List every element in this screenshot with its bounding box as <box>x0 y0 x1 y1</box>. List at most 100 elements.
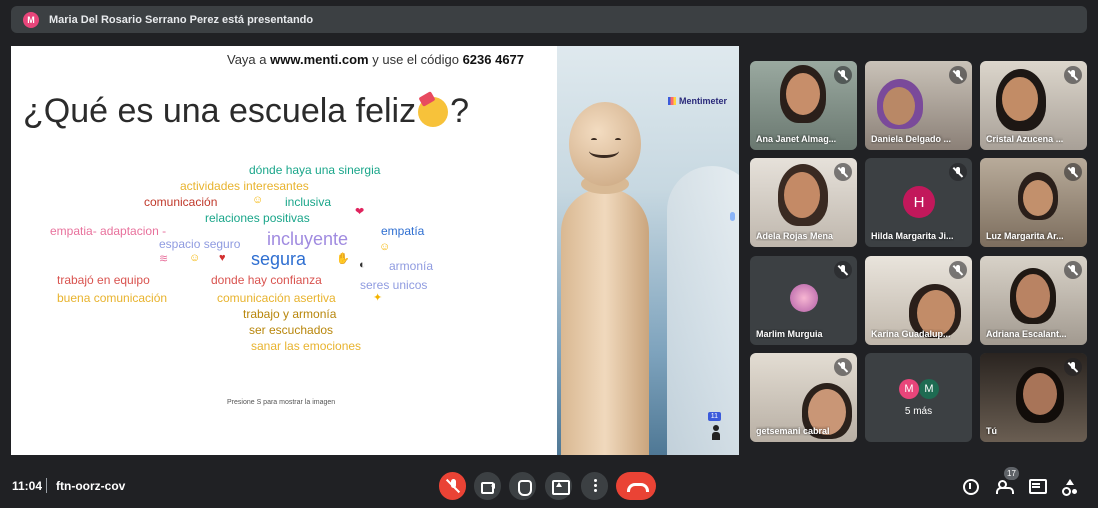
party-face-icon <box>418 96 449 127</box>
self-view-tile[interactable]: Tú <box>980 353 1087 442</box>
leave-call-button[interactable] <box>616 472 656 500</box>
participant-name: Ana Janet Almag... <box>756 134 837 144</box>
participant-name: Cristal Azucena ... <box>986 134 1064 144</box>
wordcloud-word: comunicación <box>144 195 218 209</box>
wordcloud-word: dónde haya una sinergia <box>249 163 381 177</box>
mic-off-indicator <box>949 66 967 84</box>
participant-name: Luz Margarita Ar... <box>986 231 1064 241</box>
slide-content: Vaya a www.menti.com y use el código 623… <box>11 46 557 455</box>
heart-icon: ❤ <box>355 206 365 218</box>
info-icon <box>963 479 979 495</box>
smiley-icon: ☺ <box>379 241 391 253</box>
wordcloud-word: empatía <box>381 224 425 238</box>
more-participants-label: 5 más <box>904 406 933 417</box>
smiley-icon: ☺ <box>189 252 201 264</box>
mic-off-indicator <box>834 66 852 84</box>
mic-off-icon <box>1068 167 1078 177</box>
camera-icon <box>480 479 495 494</box>
people-icon <box>996 479 1014 494</box>
chat-button[interactable] <box>1026 476 1047 496</box>
participant-tile[interactable]: Daniela Delgado ... <box>865 61 972 150</box>
wordcloud-word: trabajo y armonía <box>243 307 337 321</box>
participant-avatar-image <box>790 284 818 312</box>
mentimeter-logo-text: Mentimeter <box>678 96 727 106</box>
camera-toggle-button[interactable] <box>474 472 501 500</box>
mic-off-indicator <box>834 261 852 279</box>
more-options-button[interactable] <box>581 472 608 500</box>
participant-tile[interactable]: Ana Janet Almag... <box>750 61 857 150</box>
wordcloud-word: trabajó en equipo <box>57 273 150 287</box>
mic-off-icon <box>953 70 963 80</box>
presenter-banner-text: Maria Del Rosario Serrano Perez está pre… <box>49 13 314 26</box>
sparkles-icon: ✦ <box>373 292 383 304</box>
mic-off-icon <box>1068 265 1078 275</box>
figure-smile <box>589 144 619 158</box>
meeting-time: 11:04 <box>12 479 43 493</box>
mic-off-indicator <box>949 163 967 181</box>
microphone-toggle-button[interactable] <box>439 472 466 500</box>
slide-title-text: ¿Qué es una escuela feliz <box>23 92 417 130</box>
participant-count-badge: 17 <box>1004 467 1019 480</box>
participant-name: Adriana Escalant... <box>986 329 1067 339</box>
participant-tile[interactable]: Luz Margarita Ar... <box>980 158 1087 247</box>
more-participants-tile[interactable]: M M 5 más <box>865 353 972 442</box>
participant-name: Hilda Margarita Ji... <box>871 231 954 241</box>
mic-off-indicator <box>834 163 852 181</box>
rainbow-icon: ≋ <box>159 253 169 265</box>
activities-button[interactable] <box>1059 476 1079 496</box>
hang-up-icon <box>627 479 649 493</box>
present-screen-icon <box>551 479 570 495</box>
more-vert-icon <box>588 479 602 493</box>
mic-off-icon <box>1068 362 1078 372</box>
smiley-icon: ☺ <box>252 194 264 206</box>
participant-tile[interactable]: getsemani cabral <box>750 353 857 442</box>
mic-off-icon <box>446 479 460 493</box>
participant-tile[interactable]: H Hilda Margarita Ji... <box>865 158 972 247</box>
join-code: 6236 4677 <box>462 52 525 67</box>
meeting-details-button[interactable] <box>960 476 980 496</box>
participant-tile[interactable]: Adriana Escalant... <box>980 256 1087 345</box>
slide-title: ¿Qué es una escuela feliz ? <box>23 92 469 131</box>
speaking-mic-icon <box>727 212 737 226</box>
mic-off-icon <box>953 167 963 177</box>
mic-off-icon <box>953 265 963 275</box>
wordcloud-word: actividades interesantes <box>180 179 309 193</box>
mic-off-icon <box>838 265 848 275</box>
person-icon <box>711 425 721 441</box>
participant-tile[interactable]: Marlim Murguia <box>750 256 857 345</box>
yin-yang-icon: ◐ <box>359 259 366 271</box>
wordcloud-word: seres unicos <box>360 278 428 292</box>
wordcloud-word: comunicación asertiva <box>217 291 336 305</box>
present-screen-button[interactable] <box>545 472 572 500</box>
figure-eye <box>591 138 597 142</box>
wordcloud-word: buena comunicación <box>57 291 168 305</box>
participant-avatar: H <box>903 186 935 218</box>
join-site: www.menti.com <box>270 52 369 67</box>
presentation-stage[interactable]: Vaya a www.menti.com y use el código 623… <box>11 46 739 455</box>
mic-off-indicator <box>1064 66 1082 84</box>
slide-image: Mentimeter 11 <box>557 46 739 455</box>
participant-tile[interactable]: Karina Guadalup... <box>865 256 972 345</box>
participant-name: Karina Guadalup... <box>871 329 951 339</box>
slide-join-instructions: Vaya a www.menti.com y use el código 623… <box>227 52 524 67</box>
mentimeter-logo: Mentimeter <box>667 96 727 106</box>
mic-off-indicator <box>1064 261 1082 279</box>
raise-hand-button[interactable] <box>509 472 536 500</box>
slide-hint: Presione S para mostrar la imagen <box>227 399 336 406</box>
mic-off-indicator <box>834 358 852 376</box>
participant-tile[interactable]: Cristal Azucena ... <box>980 61 1087 150</box>
mic-off-icon <box>1068 70 1078 80</box>
responses-count-badge: 11 <box>707 412 721 421</box>
wordcloud-word: empatia- adaptacion - <box>50 224 167 238</box>
wooden-figure-body <box>561 188 649 455</box>
wordcloud-word: armonía <box>389 259 434 273</box>
participant-name: getsemani cabral <box>756 426 830 436</box>
participant-name: Daniela Delgado ... <box>871 134 952 144</box>
wordcloud-word: donde hay confianza <box>211 273 322 287</box>
hand-icon: ✋ <box>336 253 350 265</box>
chat-icon <box>1029 479 1047 494</box>
meeting-code: ftn-oorz-cov <box>56 479 126 493</box>
participant-tile[interactable]: Adela Rojas Mena <box>750 158 857 247</box>
wordcloud-word: sanar las emociones <box>251 339 362 353</box>
divider <box>46 478 47 493</box>
